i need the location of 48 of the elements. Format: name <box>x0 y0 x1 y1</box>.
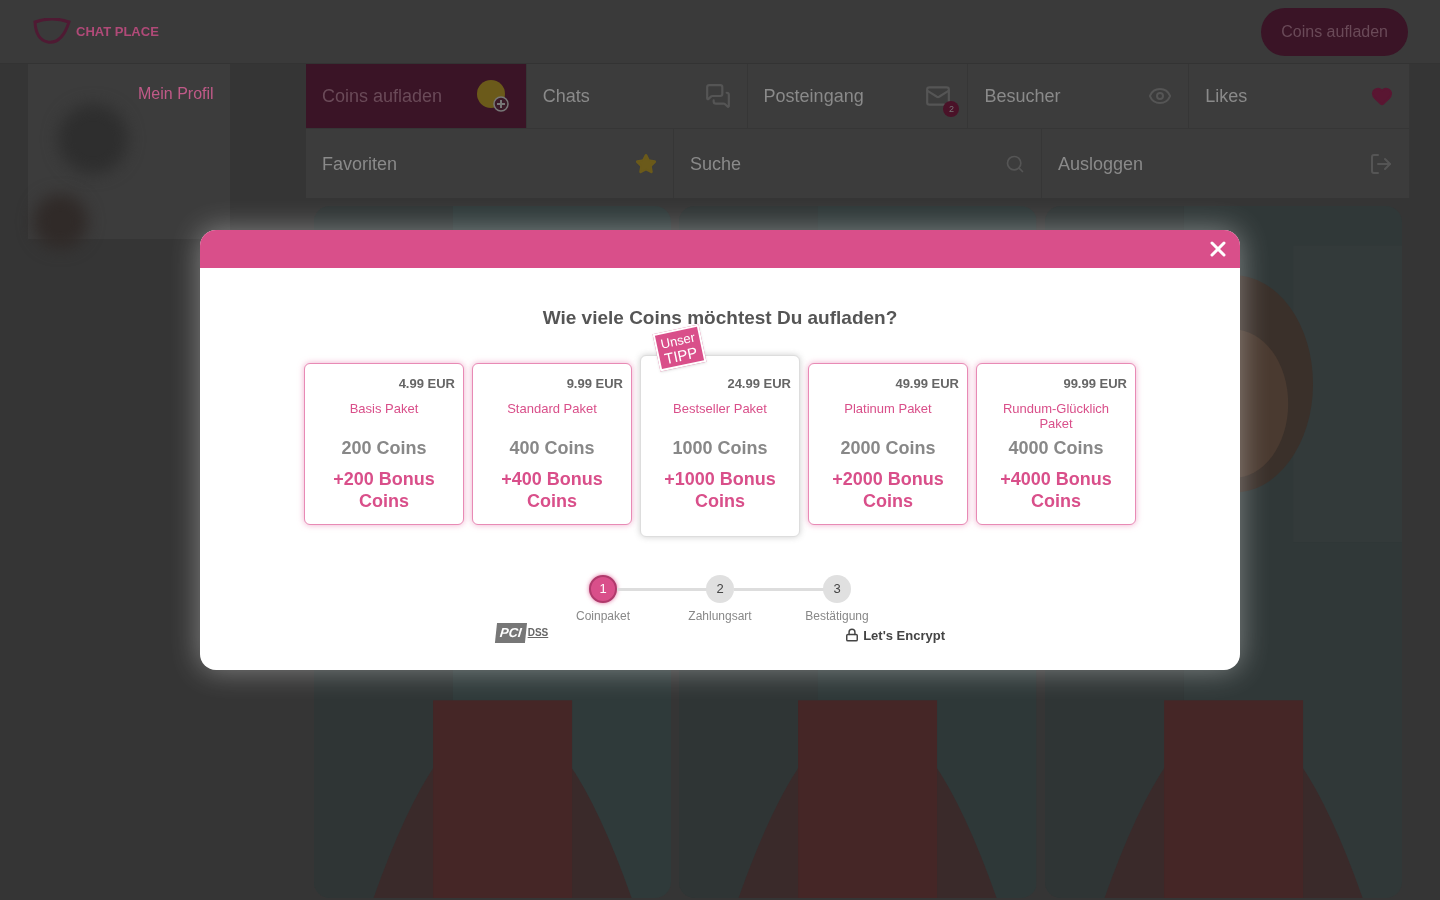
step-label: Bestätigung <box>805 607 869 624</box>
coin-amount: 1000 Coins <box>672 437 768 460</box>
bonus-amount: +400 Bonus Coins <box>500 468 604 512</box>
nav-tab[interactable]: Chats <box>526 64 748 128</box>
package-price: 4.99 EUR <box>398 374 455 393</box>
package-price: 24.99 EUR <box>727 374 791 393</box>
coin-amount: 2000 Coins <box>840 437 936 460</box>
coin-amount: 4000 Coins <box>1008 437 1104 460</box>
smile-logo-icon <box>32 17 72 46</box>
step-label: Zahlungsart <box>688 607 752 624</box>
package-name: Basis Paket <box>349 401 419 418</box>
nav-link[interactable]: Ausloggen <box>1042 129 1410 198</box>
pci-logo: PCI <box>495 622 527 642</box>
padlock-icon <box>845 628 860 643</box>
bonus-amount: +2000 Bonus Coins <box>831 468 945 512</box>
step-label: Coinpaket <box>575 607 630 624</box>
logout-icon <box>1369 151 1393 176</box>
nav-link[interactable]: Favoriten <box>306 129 674 198</box>
coin-amount: 400 Coins <box>509 437 595 460</box>
nav-tab[interactable]: Posteingang 2 <box>747 64 969 128</box>
profile-link[interactable]: Mein Profil <box>138 82 214 106</box>
package-card[interactable]: 4.99 EUR Basis Paket 200 Coins +200 Bonus Coins <box>304 362 464 525</box>
bonus-amount: +200 Bonus Coins <box>332 468 436 512</box>
nav-tab[interactable]: Likes <box>1189 64 1410 128</box>
nav-link[interactable]: Suche <box>674 129 1042 198</box>
star-icon <box>635 152 657 175</box>
coin-amount: 200 Coins <box>341 437 427 460</box>
package-card[interactable]: 49.99 EUR Platinum Paket 2000 Coins +2000 Bonus Coins <box>808 362 968 525</box>
logo-text: CHAT PLACE <box>76 22 159 41</box>
search-icon <box>1005 153 1025 174</box>
coin-icon <box>475 79 510 113</box>
package-price: 9.99 EUR <box>566 374 623 393</box>
bonus-amount: +4000 Bonus Coins <box>999 468 1113 512</box>
dss-logo: DSS <box>527 625 549 640</box>
nav-tab[interactable]: Besucher <box>968 64 1190 128</box>
chat-bubbles-icon <box>704 83 731 109</box>
package-card[interactable]: 9.99 EUR Standard Paket 400 Coins +400 Bonus Coins <box>472 362 632 525</box>
package-name: Platinum Paket <box>844 401 932 418</box>
bonus-amount: +1000 Bonus Coins <box>663 468 777 512</box>
package-price: 99.99 EUR <box>1063 374 1127 393</box>
package-price: 49.99 EUR <box>895 374 959 393</box>
package-name: Bestseller Paket <box>673 401 767 418</box>
package-card[interactable]: 99.99 EUR Rundum-Glücklich Paket 4000 Coins +4000 Bonus Coins <box>976 362 1136 525</box>
heart-icon <box>1371 85 1393 107</box>
count-badge: 2 <box>943 101 960 117</box>
package-name: Standard Paket <box>507 401 597 418</box>
lets-encrypt-logo: Let's Encrypt <box>863 626 945 645</box>
package-name: Rundum-Glücklich Paket <box>1001 401 1111 431</box>
